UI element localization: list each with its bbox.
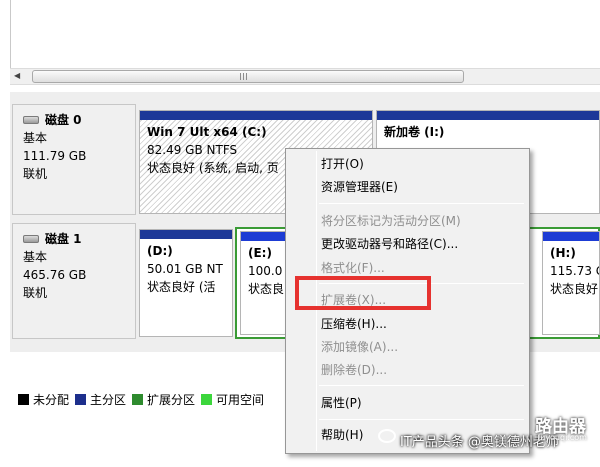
volume-list-pane <box>10 0 600 68</box>
legend-free-space-label: 可用空间 <box>216 392 265 407</box>
volume-h-size: 115.73 G <box>550 264 600 278</box>
scrollbar-thumb[interactable] <box>32 70 464 83</box>
volume-d[interactable]: (D:) 50.01 GB NT 状态良好 (活 <box>139 229 233 337</box>
highlight-annotation <box>295 276 431 310</box>
extended-swatch-icon <box>132 393 144 405</box>
legend-free-space: 可用空间 <box>201 391 264 408</box>
primary-partition-bar <box>377 111 599 120</box>
disk-icon <box>23 116 39 124</box>
disk-0-label[interactable]: 磁盘 0 基本 111.79 GB 联机 <box>12 104 136 215</box>
primary-partition-bar <box>140 111 372 120</box>
disk-0-type: 基本 <box>23 131 48 145</box>
volume-i-info: 新加卷 (I:) <box>377 120 599 141</box>
disk-0-name-row: 磁盘 0 <box>23 111 135 129</box>
disk-0-size: 111.79 GB <box>23 149 87 163</box>
unallocated-swatch-icon <box>18 393 29 405</box>
menu-properties[interactable]: 属性(P) <box>321 392 362 414</box>
menu-open[interactable]: 打开(O) <box>321 153 364 175</box>
menu-mark-active[interactable]: 将分区标记为活动分区(M) <box>321 210 461 232</box>
legend-primary-label: 主分区 <box>90 392 127 407</box>
watermark-url: luyouqi.com <box>538 433 587 442</box>
disk-0-status: 联机 <box>23 167 48 181</box>
disk-1-size: 465.76 GB <box>23 268 87 282</box>
volume-i-title: 新加卷 (I:) <box>384 125 445 139</box>
menu-shrink-volume[interactable]: 压缩卷(H)... <box>321 313 387 335</box>
menu-explorer[interactable]: 资源管理器(E) <box>321 176 398 198</box>
menu-delete-volume[interactable]: 删除卷(D)... <box>321 359 387 381</box>
disk-0-name: 磁盘 0 <box>45 113 82 127</box>
chat-bubble-icon <box>378 429 396 443</box>
menu-add-mirror[interactable]: 添加镜像(A)... <box>321 336 398 358</box>
volume-d-status: 状态良好 (活 <box>147 280 216 294</box>
volume-h[interactable]: (H:) 115.73 G 状态良好 <box>542 231 600 335</box>
primary-swatch-icon <box>75 393 87 405</box>
primary-partition-bar <box>140 230 232 239</box>
legend-unallocated: 未分配 <box>18 391 69 408</box>
volume-e-info: (E:) 100.0 状态良 <box>241 241 291 298</box>
scrollbar-grip-icon <box>240 73 248 80</box>
legend-unallocated-label: 未分配 <box>33 392 70 407</box>
scroll-left-arrow-icon[interactable]: ◀ <box>14 71 24 81</box>
menu-separator <box>319 419 524 420</box>
partition-legend: 未分配 主分区 扩展分区 可用空间 <box>10 386 300 412</box>
disk-1-type: 基本 <box>23 250 48 264</box>
legend-extended-label: 扩展分区 <box>147 392 196 407</box>
menu-help[interactable]: 帮助(H) <box>321 424 363 446</box>
disk-1-status: 联机 <box>23 286 48 300</box>
logical-drive-bar <box>543 232 599 241</box>
disk-1-name-row: 磁盘 1 <box>23 230 135 248</box>
volume-h-info: (H:) 115.73 G 状态良好 <box>543 241 599 298</box>
legend-extended: 扩展分区 <box>132 391 195 408</box>
logical-drive-bar <box>241 232 291 241</box>
menu-change-drive-letter[interactable]: 更改驱动器号和路径(C)... <box>321 233 458 255</box>
volume-c-title: Win 7 Ult x64 (C:) <box>147 125 267 139</box>
menu-separator <box>319 385 524 386</box>
disk-1-label[interactable]: 磁盘 1 基本 465.76 GB 联机 <box>12 223 136 339</box>
volume-d-info: (D:) 50.01 GB NT 状态良好 (活 <box>140 239 232 296</box>
volume-d-size: 50.01 GB NT <box>147 262 223 276</box>
volume-h-status: 状态良好 <box>550 282 599 296</box>
disk-1-name: 磁盘 1 <box>45 232 82 246</box>
menu-separator <box>319 203 524 204</box>
volume-h-title: (H:) <box>550 246 576 260</box>
free-space-swatch-icon <box>201 393 213 405</box>
legend-primary: 主分区 <box>75 391 126 408</box>
volume-d-title: (D:) <box>147 244 173 258</box>
disk-icon <box>23 235 39 243</box>
